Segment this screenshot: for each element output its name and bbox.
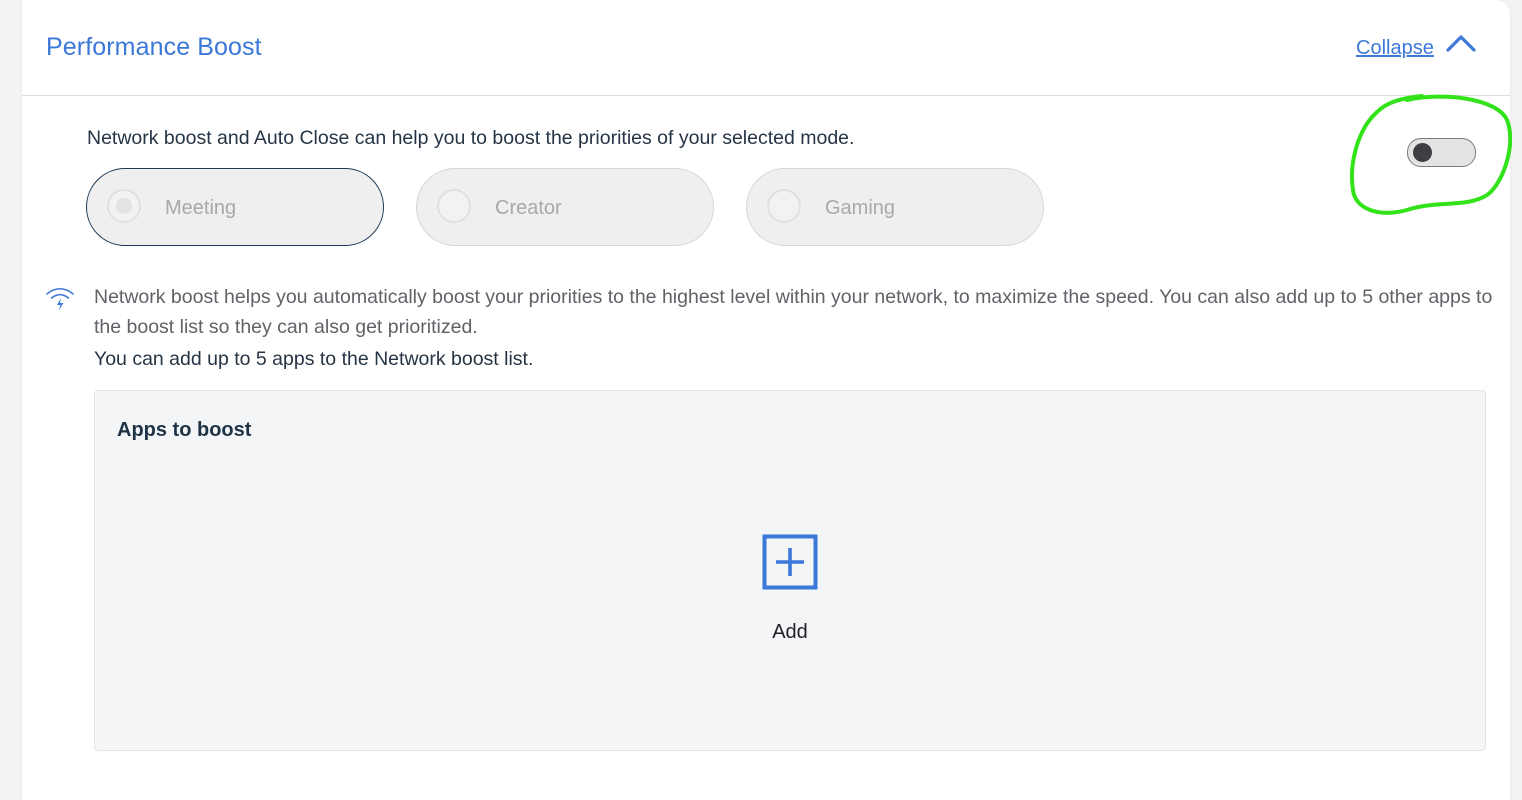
toggle-knob (1413, 143, 1432, 162)
performance-boost-card: Performance Boost Collapse Network boost… (22, 0, 1512, 800)
mode-label-gaming: Gaming (825, 197, 896, 219)
apps-to-boost-panel: Apps to boost Add (94, 390, 1486, 751)
radio-button-creator[interactable] (437, 189, 471, 223)
collapse-link[interactable]: Collapse (1356, 37, 1434, 60)
performance-boost-toggle[interactable] (1407, 138, 1477, 168)
mode-label-creator: Creator (495, 197, 562, 219)
mode-label-meeting: Meeting (165, 197, 237, 219)
wifi-bolt-icon (46, 287, 74, 311)
chevron-up-icon[interactable] (1444, 28, 1478, 58)
radio-button-gaming[interactable] (767, 189, 801, 223)
card-header: Performance Boost Collapse (22, 0, 1510, 96)
plus-square-icon[interactable] (762, 534, 818, 590)
network-boost-limit-text: You can add up to 5 apps to the Network … (94, 348, 534, 370)
apps-to-boost-title: Apps to boost (117, 419, 252, 441)
add-app-label: Add (772, 621, 808, 643)
network-boost-description: Network boost helps you automatically bo… (94, 286, 1493, 338)
page-title: Performance Boost (46, 33, 262, 61)
add-app-button[interactable]: Add (735, 534, 845, 654)
boost-intro-text: Network boost and Auto Close can help yo… (87, 127, 855, 149)
radio-button-meeting[interactable] (107, 189, 141, 223)
mode-option-creator[interactable]: Creator (416, 168, 714, 246)
mode-option-meeting[interactable]: Meeting (86, 168, 384, 246)
mode-option-gaming[interactable]: Gaming (746, 168, 1044, 246)
